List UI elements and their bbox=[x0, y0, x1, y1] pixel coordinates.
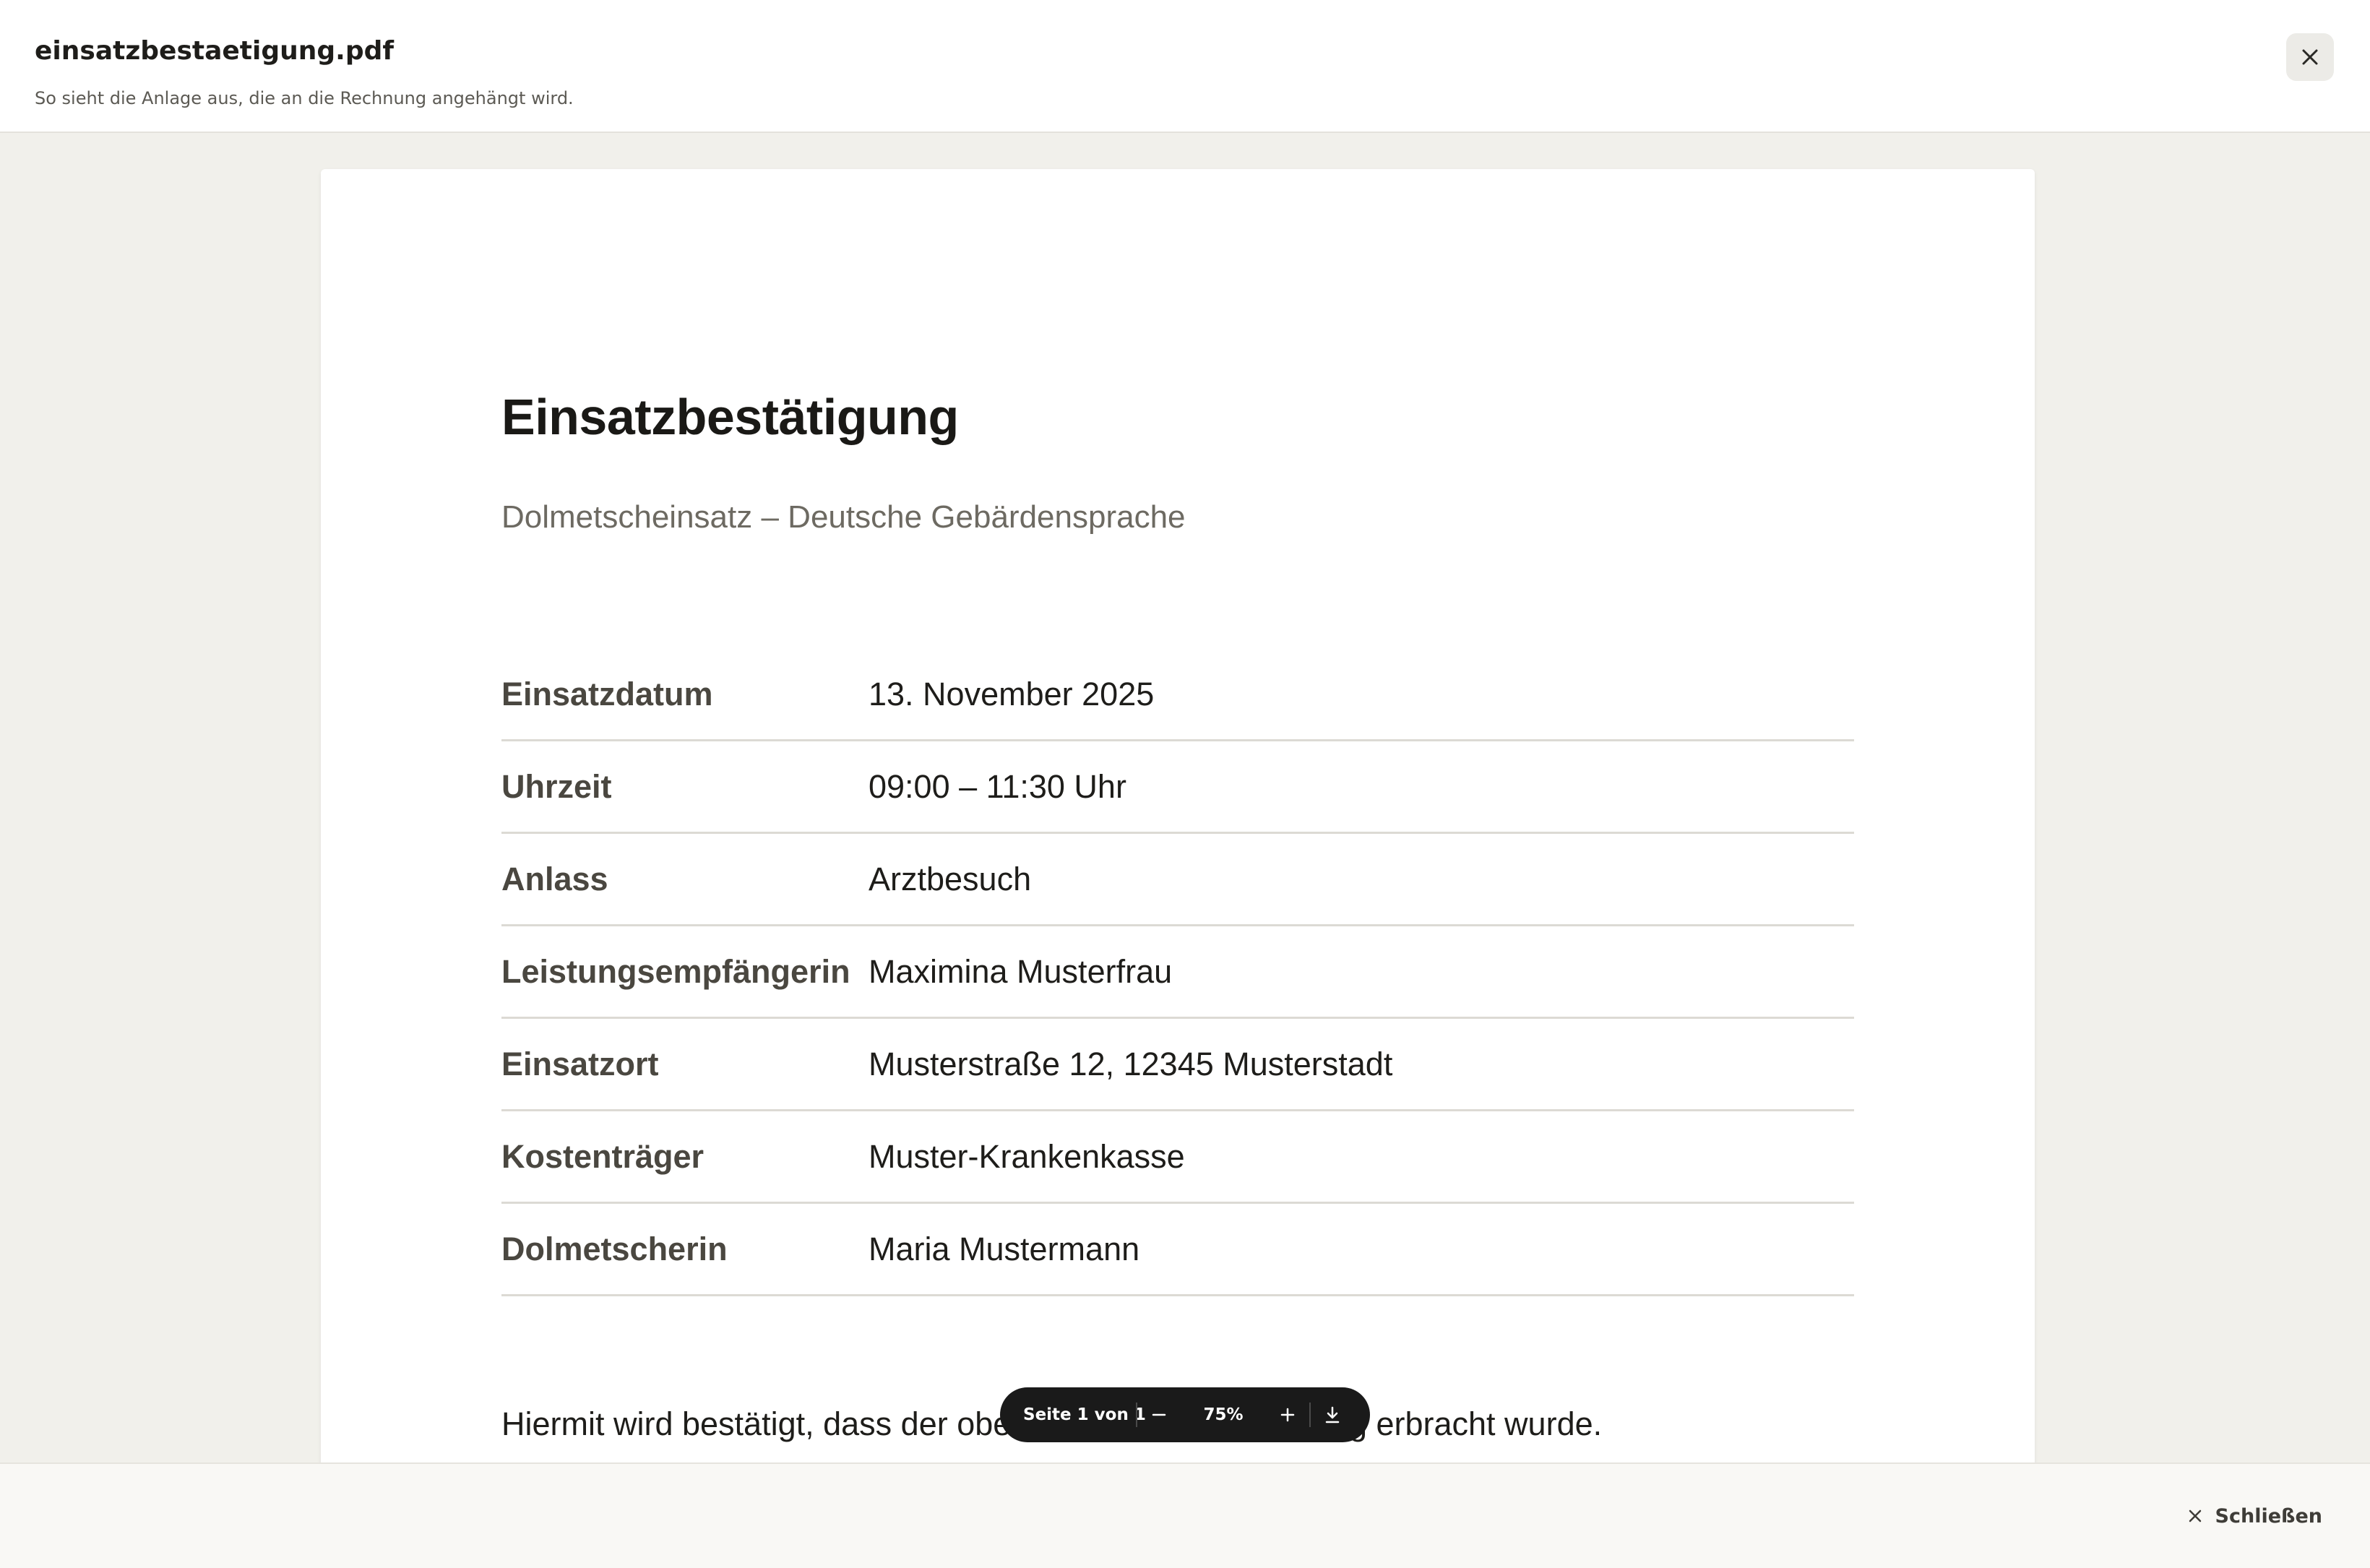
minus-icon bbox=[1152, 1413, 1166, 1416]
detail-row: Anlass Arztbesuch bbox=[501, 834, 1854, 926]
close-icon bbox=[2302, 49, 2318, 65]
detail-value: Arztbesuch bbox=[869, 860, 1032, 897]
detail-row: Einsatzdatum 13. November 2025 bbox=[501, 649, 1854, 741]
close-icon bbox=[2189, 1509, 2201, 1522]
detail-label: Dolmetscherin bbox=[501, 1230, 728, 1267]
download-button[interactable] bbox=[1311, 1393, 1354, 1436]
pdf-toolbar: Seite 1 von 1 75% bbox=[1000, 1387, 1370, 1442]
detail-value: Musterstraße 12, 12345 Musterstadt bbox=[869, 1045, 1393, 1082]
zoom-out-button[interactable] bbox=[1137, 1393, 1181, 1436]
detail-label: Einsatzdatum bbox=[501, 675, 713, 712]
page-indicator: Seite 1 von 1 bbox=[1023, 1405, 1146, 1424]
detail-label: Leistungsempfängerin bbox=[501, 952, 850, 990]
detail-row: Dolmetscherin Maria Mustermann bbox=[501, 1204, 1854, 1296]
zoom-level: 75% bbox=[1203, 1405, 1244, 1424]
plus-icon bbox=[1280, 1408, 1295, 1422]
document-subtitle: Dolmetscheinsatz – Deutsche Gebärdenspra… bbox=[501, 499, 1186, 535]
detail-row: Leistungsempfängerin Maximina Musterfrau bbox=[501, 926, 1854, 1019]
dialog-title: einsatzbestaetigung.pdf bbox=[35, 36, 395, 66]
detail-value: 09:00 – 11:30 Uhr bbox=[869, 767, 1126, 805]
zoom-in-button[interactable] bbox=[1266, 1393, 1309, 1436]
close-button[interactable] bbox=[2286, 33, 2334, 81]
details-table: Einsatzdatum 13. November 2025 Uhrzeit 09:0… bbox=[501, 649, 1854, 1296]
detail-value: Muster-Krankenkasse bbox=[869, 1137, 1185, 1175]
detail-label: Einsatzort bbox=[501, 1045, 659, 1082]
detail-value: Maria Mustermann bbox=[869, 1230, 1140, 1267]
pdf-viewer[interactable]: Einsatzbestätigung Dolmetscheinsatz – De… bbox=[0, 133, 2370, 1463]
detail-label: Anlass bbox=[501, 860, 608, 897]
detail-row: Kostenträger Muster-Krankenkasse bbox=[501, 1111, 1854, 1204]
dialog-header: einsatzbestaetigung.pdf So sieht die Anl… bbox=[0, 0, 2370, 133]
detail-row: Einsatzort Musterstraße 12, 12345 Musters… bbox=[501, 1019, 1854, 1111]
detail-row: Uhrzeit 09:00 – 11:30 Uhr bbox=[501, 741, 1854, 834]
document-title: Einsatzbestätigung bbox=[501, 389, 959, 445]
detail-label: Uhrzeit bbox=[501, 767, 612, 805]
dialog-footer: Schließen bbox=[0, 1463, 2370, 1568]
dialog-description: So sieht die Anlage aus, die an die Rech… bbox=[35, 88, 574, 108]
download-icon bbox=[1325, 1406, 1340, 1423]
detail-label: Kostenträger bbox=[501, 1137, 704, 1175]
footer-close-button[interactable]: Schließen bbox=[2188, 1502, 2322, 1530]
detail-value: Maximina Musterfrau bbox=[869, 952, 1173, 990]
pdf-page: Einsatzbestätigung Dolmetscheinsatz – De… bbox=[321, 169, 2035, 1463]
detail-value: 13. November 2025 bbox=[869, 675, 1155, 712]
footer-close-label: Schließen bbox=[2215, 1504, 2322, 1528]
